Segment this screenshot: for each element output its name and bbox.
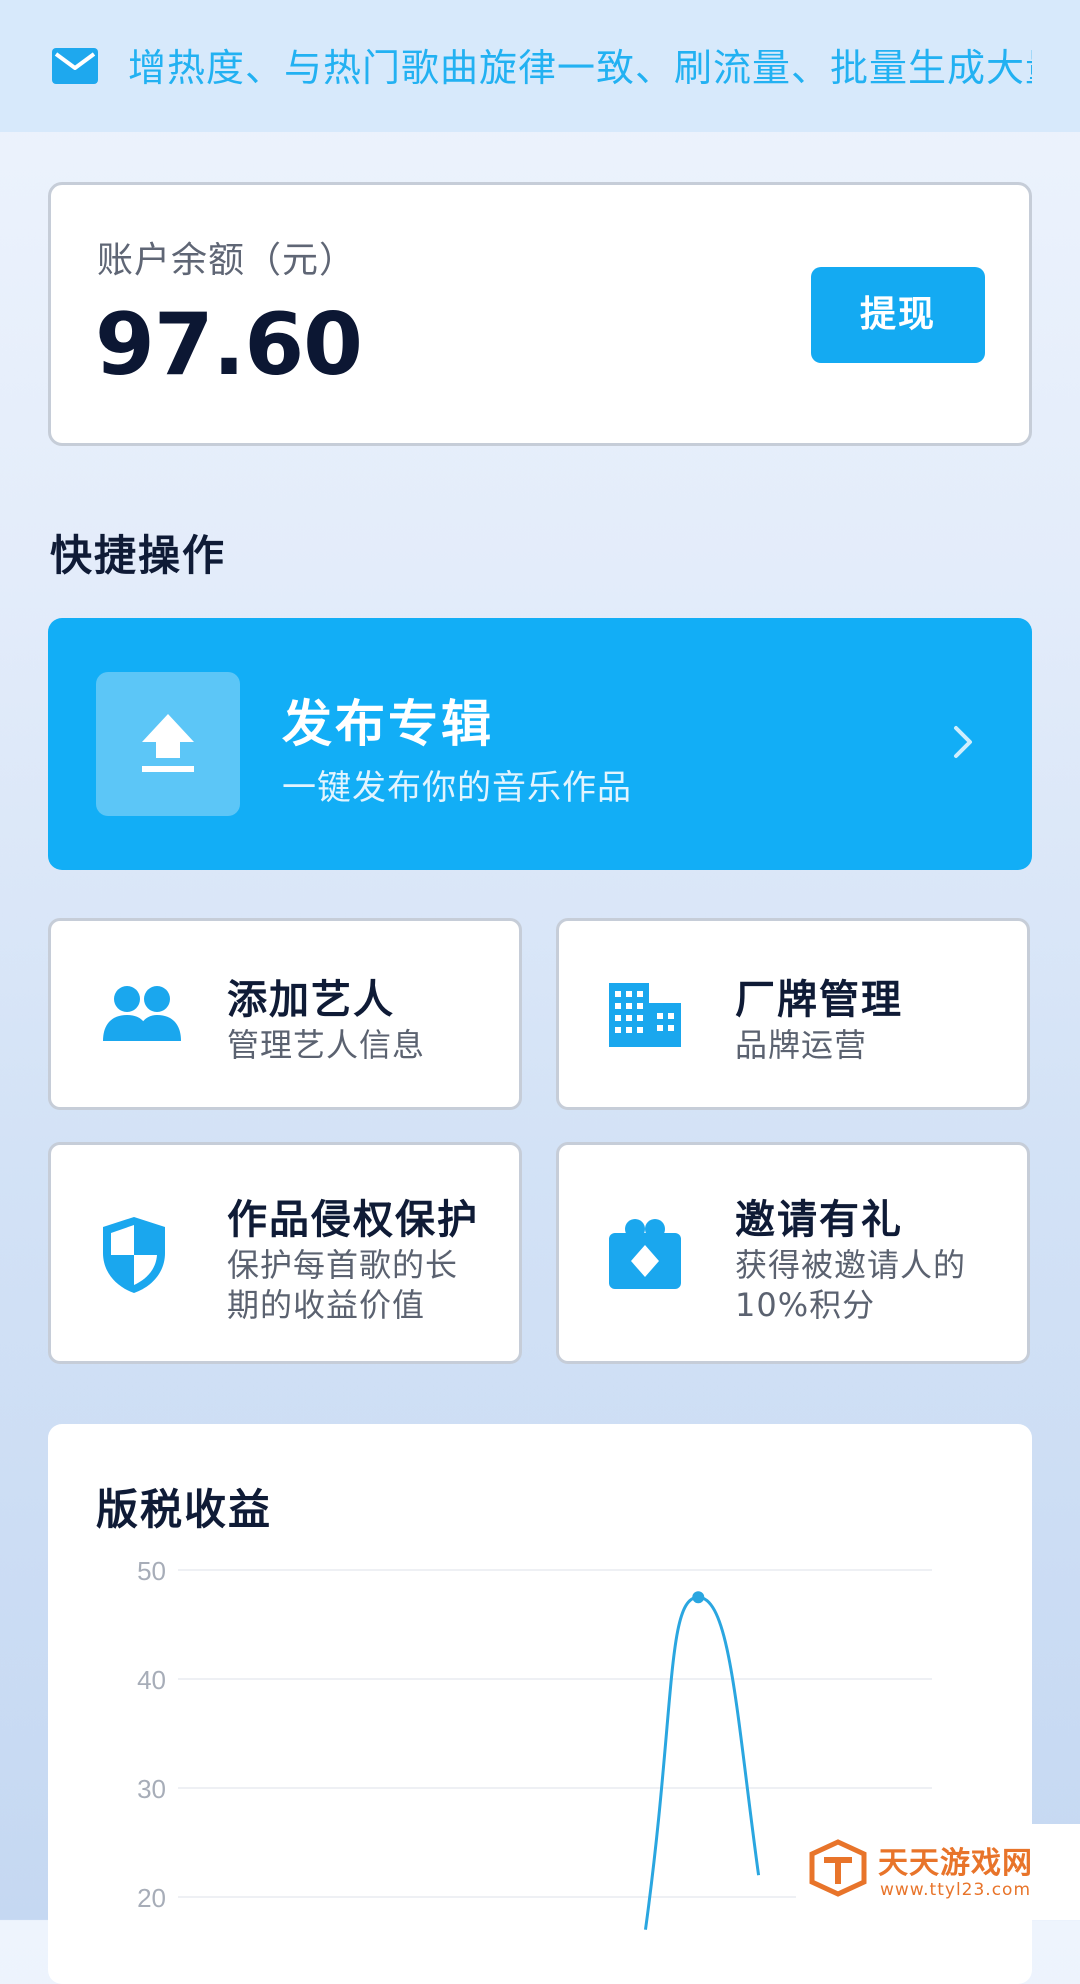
invite-rewards-desc: 获得被邀请人的10%积分 xyxy=(735,1246,967,1324)
building-icon xyxy=(609,983,681,1051)
add-artist-desc: 管理艺人信息 xyxy=(227,1026,426,1064)
royalty-line xyxy=(643,1595,761,1930)
notice-bar[interactable]: 增热度、与热门歌曲旋律一致、刷流量、批量生成大量 xyxy=(0,0,1080,132)
label-management-desc: 品牌运营 xyxy=(735,1026,868,1064)
balance-amount: 97.60 xyxy=(95,295,363,395)
y-tick-label: 20 xyxy=(137,1883,166,1913)
data-point[interactable] xyxy=(692,1591,705,1604)
shield-icon xyxy=(101,1215,167,1299)
label-management-title: 厂牌管理 xyxy=(735,977,903,1023)
watermark-logo-icon xyxy=(808,1838,868,1902)
infringement-protection-desc: 保护每首歌的长期的收益价值 xyxy=(227,1246,459,1324)
publish-subtitle: 一键发布你的音乐作品 xyxy=(282,768,632,808)
site-watermark: 天天游戏网 www.ttyl23.com xyxy=(796,1824,1080,1920)
watermark-name: 天天游戏网 xyxy=(878,1846,1033,1881)
y-tick-label: 40 xyxy=(137,1665,166,1695)
y-tick-label: 50 xyxy=(137,1556,166,1586)
gift-icon xyxy=(609,1217,681,1293)
watermark-url: www.ttyl23.com xyxy=(880,1880,1032,1900)
add-artist-card[interactable]: 添加艺人 管理艺人信息 xyxy=(48,918,522,1110)
label-management-card[interactable]: 厂牌管理 品牌运营 xyxy=(556,918,1030,1110)
publish-album-button[interactable]: 发布专辑 一键发布你的音乐作品 xyxy=(48,618,1032,870)
users-icon xyxy=(101,985,183,1049)
quick-actions-title: 快捷操作 xyxy=(50,531,227,580)
notice-text: 增热度、与热门歌曲旋律一致、刷流量、批量生成大量 xyxy=(128,46,1032,90)
y-tick-label: 30 xyxy=(137,1774,166,1804)
withdraw-button[interactable]: 提现 xyxy=(811,267,985,363)
invite-rewards-card[interactable]: 邀请有礼 获得被邀请人的10%积分 xyxy=(556,1142,1030,1364)
infringement-protection-title: 作品侵权保护 xyxy=(227,1197,479,1243)
balance-card: 账户余额（元） 97.60 提现 xyxy=(48,182,1032,446)
chevron-right-icon xyxy=(952,724,974,764)
publish-title: 发布专辑 xyxy=(282,695,494,753)
invite-rewards-title: 邀请有礼 xyxy=(735,1197,903,1243)
add-artist-title: 添加艺人 xyxy=(227,977,395,1023)
balance-label: 账户余额（元） xyxy=(97,240,357,281)
mail-icon xyxy=(52,48,98,84)
upload-icon xyxy=(96,672,240,816)
infringement-protection-card[interactable]: 作品侵权保护 保护每首歌的长期的收益价值 xyxy=(48,1142,522,1364)
